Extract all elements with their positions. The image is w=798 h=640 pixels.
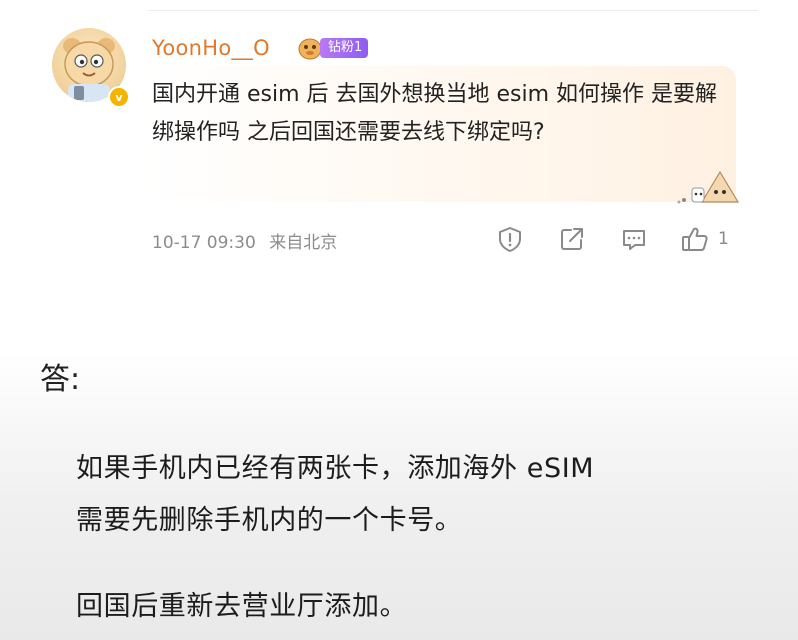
comment-meta: 10-17 09:30 来自北京 xyxy=(152,228,337,253)
share-button[interactable] xyxy=(558,224,586,254)
like-count: 1 xyxy=(718,229,729,249)
answer-paragraph-1-line-1: 如果手机内已经有两张卡，添加海外 eSIM xyxy=(76,453,595,484)
answer-label: 答: xyxy=(40,362,81,397)
reply-icon xyxy=(623,230,645,250)
answer-paragraph-2: 回国后重新去营业厅添加。 xyxy=(76,591,408,622)
report-icon xyxy=(499,227,521,252)
bubble-decoration-icon xyxy=(677,170,740,204)
timestamp: 10-17 09:30 xyxy=(152,233,256,253)
like-icon xyxy=(682,227,708,251)
report-button[interactable] xyxy=(496,224,524,254)
verified-badge-icon: v xyxy=(108,86,130,108)
reply-button[interactable] xyxy=(620,224,648,254)
fan-badge[interactable]: 钻粉1 xyxy=(320,38,369,58)
like-button[interactable]: 1 xyxy=(680,224,729,254)
location: 来自北京 xyxy=(269,233,338,253)
share-icon xyxy=(561,228,583,250)
comment-text: 国内开通 esim 后 去国外想换当地 esim 如何操作 是要解绑操作吗 之后… xyxy=(152,82,718,145)
username[interactable]: YoonHo__O xyxy=(152,36,270,60)
comment-card: v YoonHo__O 钻粉1 国内开通 esim 后 去国外想换当地 esim… xyxy=(0,0,798,290)
answer-paragraph-1-line-2: 需要先删除手机内的一个卡号。 xyxy=(76,505,463,536)
